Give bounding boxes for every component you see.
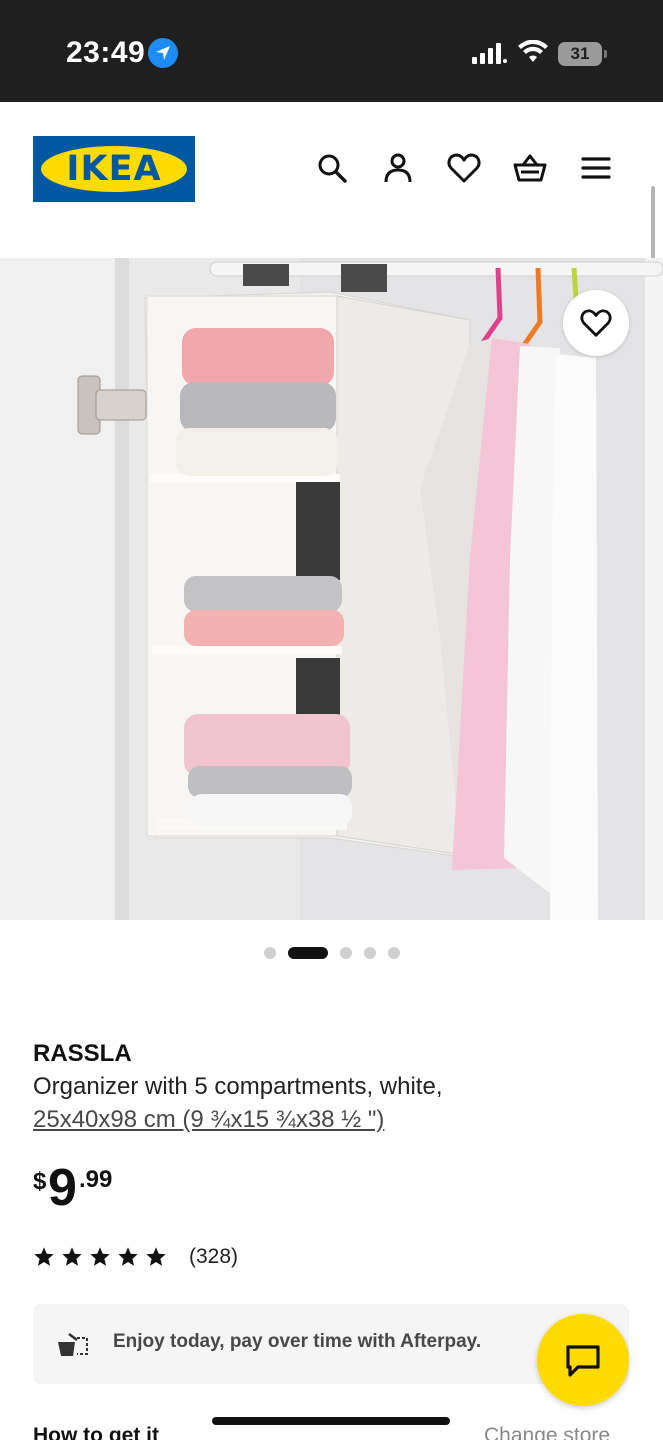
review-count[interactable]: (328): [189, 1245, 238, 1269]
heart-icon: [580, 309, 612, 337]
how-to-get-it-heading: How to get it: [33, 1424, 159, 1440]
search-icon[interactable]: [314, 150, 350, 186]
status-bar: 23:49 31: [0, 0, 663, 102]
battery-icon: 31: [558, 42, 607, 66]
star-icon: [118, 1247, 138, 1266]
chat-button[interactable]: [537, 1314, 629, 1406]
menu-icon[interactable]: [578, 150, 614, 186]
product-name: RASSLA: [33, 1040, 132, 1067]
logo-text: IKEA: [66, 149, 162, 189]
price-currency: $: [33, 1168, 47, 1195]
carousel-dots: [0, 944, 663, 960]
wifi-icon: [518, 40, 548, 62]
carousel-dot[interactable]: [339, 946, 352, 959]
star-icon: [62, 1247, 82, 1266]
carousel-dot[interactable]: [387, 946, 400, 959]
carousel-dot[interactable]: [363, 946, 376, 959]
star-icon: [146, 1247, 166, 1266]
site-header: IKEA: [0, 102, 663, 258]
carousel-dot[interactable]: [263, 946, 276, 959]
basket-icon[interactable]: [512, 150, 548, 186]
rating-stars[interactable]: [33, 1246, 173, 1270]
product-description: Organizer with 5 compartments, white,: [33, 1073, 443, 1100]
home-indicator[interactable]: [212, 1417, 450, 1425]
status-time: 23:49: [66, 36, 146, 69]
add-to-favorites-button[interactable]: [563, 290, 629, 356]
location-arrow-icon: [148, 38, 178, 68]
product-image[interactable]: [0, 258, 663, 920]
star-icon: [34, 1247, 54, 1266]
ikea-logo[interactable]: IKEA: [33, 136, 195, 202]
account-icon[interactable]: [380, 150, 416, 186]
change-store-link[interactable]: Change store: [484, 1424, 610, 1440]
afterpay-text: Enjoy today, pay over time with Afterpay…: [113, 1331, 482, 1352]
product-dimensions-link[interactable]: 25x40x98 cm (9 ¾x15 ¾x38 ½ "): [33, 1106, 384, 1134]
chat-icon: [566, 1345, 600, 1377]
carousel-dot[interactable]: [287, 946, 328, 959]
price-decimal: .99: [79, 1166, 113, 1193]
signal-icon: [472, 43, 507, 64]
price-integer: 9: [48, 1159, 77, 1217]
heart-icon[interactable]: [446, 150, 482, 186]
afterpay-icon: [58, 1333, 88, 1356]
product-photo: [0, 258, 663, 920]
star-icon: [90, 1247, 110, 1266]
